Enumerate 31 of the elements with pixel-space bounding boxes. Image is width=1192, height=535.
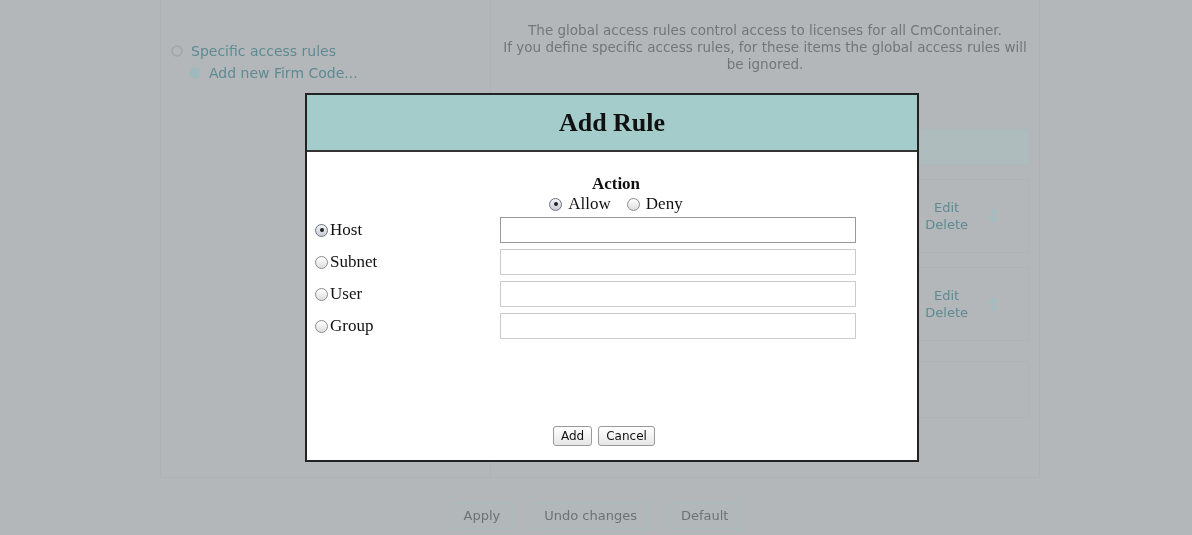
dialog-button[interactable]: Cancel: [598, 426, 655, 446]
radio-label: Host: [330, 220, 363, 240]
radio-label: Allow: [568, 194, 611, 214]
radio-button[interactable]: [315, 255, 328, 269]
input-field[interactable]: [500, 281, 856, 307]
page-button[interactable]: Apply: [450, 502, 514, 529]
edit-link[interactable]: Edit: [934, 287, 960, 304]
dialog-title: Add Rule: [558, 107, 666, 138]
radio-button[interactable]: [315, 287, 328, 301]
page-button[interactable]: Undo changes: [531, 502, 650, 529]
input-field[interactable]: [500, 313, 856, 339]
radio-button[interactable]: [315, 223, 328, 237]
page-button[interactable]: Default: [667, 502, 742, 529]
delete-link[interactable]: Delete: [925, 216, 968, 233]
radio-label: Group: [330, 316, 374, 336]
sidebar-link[interactable]: Add new Firm Code...: [209, 65, 358, 81]
input-field[interactable]: [500, 217, 856, 243]
radio-label: Subnet: [330, 252, 378, 272]
delete-link[interactable]: Delete: [925, 304, 968, 321]
info-text: The global access rules control access to licenses for all CmContainer.: [527, 22, 1003, 39]
edit-link[interactable]: Edit: [934, 199, 960, 216]
dialog-button[interactable]: Add: [553, 426, 593, 446]
radio-button[interactable]: [315, 319, 328, 333]
radio-label: Deny: [645, 194, 683, 214]
radio-button[interactable]: [626, 197, 640, 211]
sidebar-link[interactable]: Specific access rules: [191, 43, 336, 59]
action-label: Action: [591, 174, 641, 194]
input-field[interactable]: [500, 249, 856, 275]
info-text: If you define specific access rules, for these items the global access rules will be ignored.: [502, 39, 1028, 73]
radio-label: User: [330, 284, 363, 304]
radio-button[interactable]: [549, 197, 563, 211]
